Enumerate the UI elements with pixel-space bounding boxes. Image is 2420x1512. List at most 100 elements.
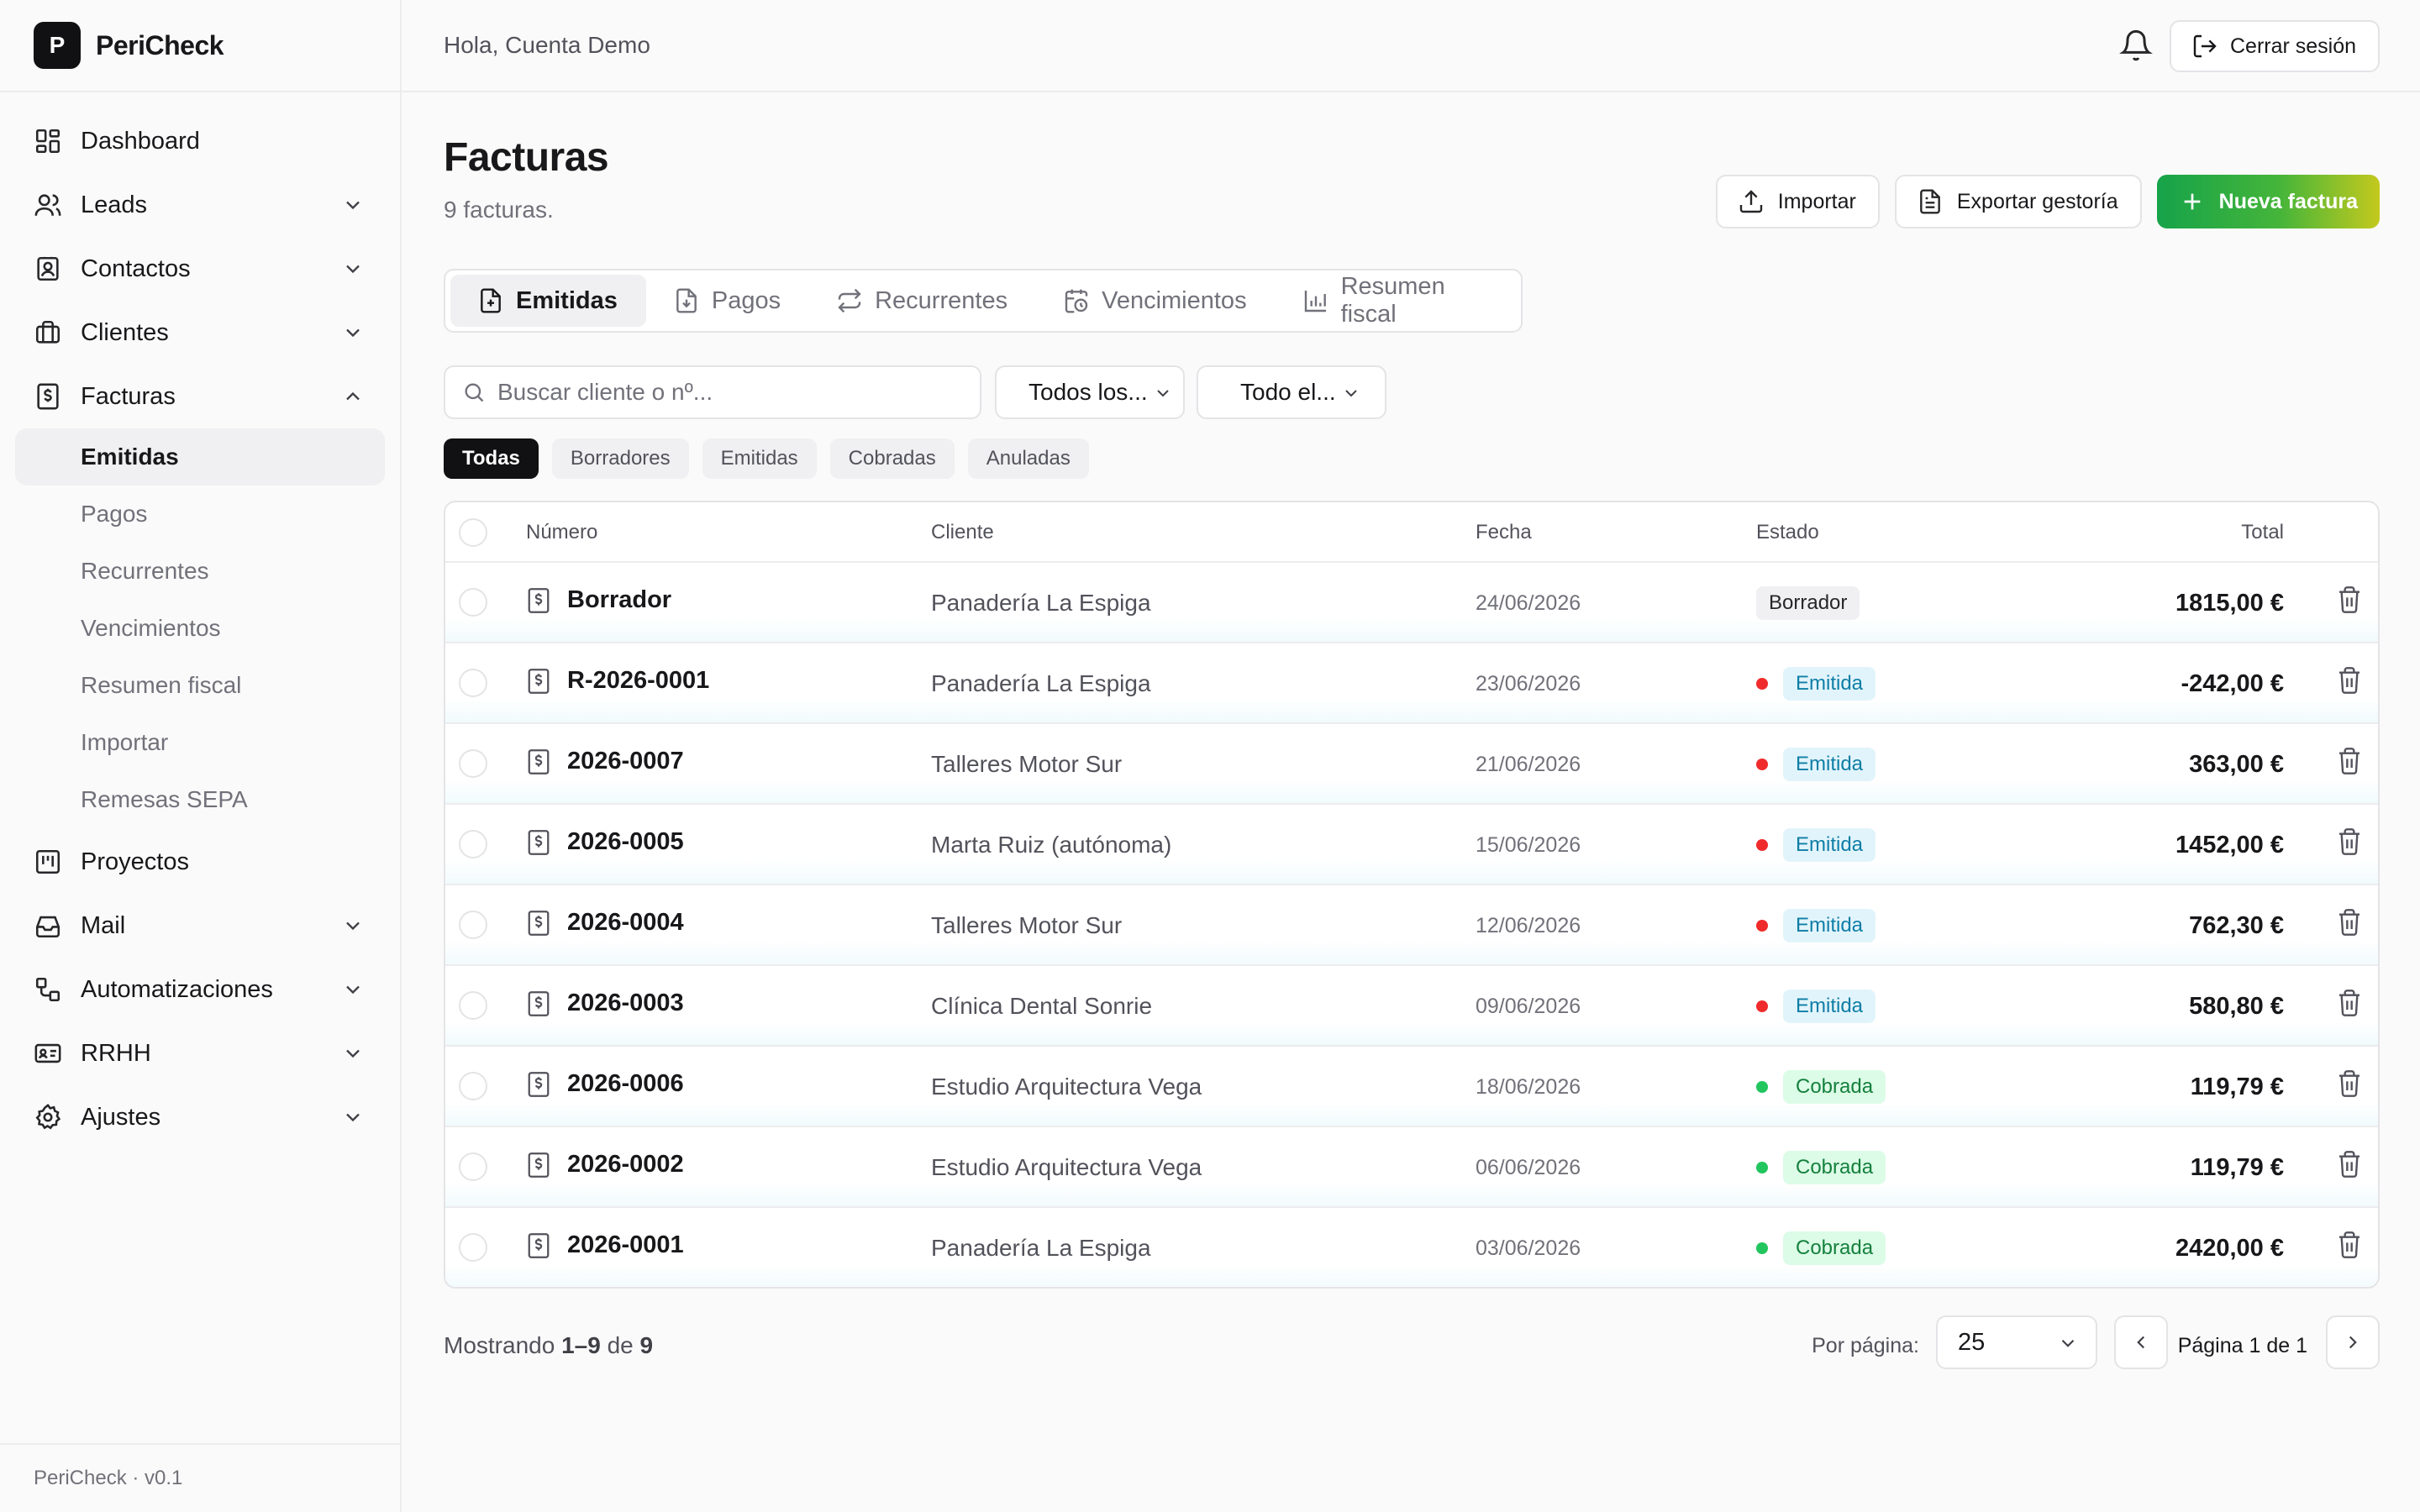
table-row[interactable]: 2026-0003 Clínica Dental Sonrie 09/06/2026… (445, 966, 2378, 1047)
column-header-total[interactable]: Total (2241, 521, 2284, 544)
invoice-number[interactable]: 2026-0001 (567, 1231, 684, 1259)
sidebar-item-dashboard[interactable]: Dashboard (0, 109, 400, 173)
row-checkbox[interactable] (459, 749, 487, 778)
sidebar-item-leads[interactable]: Leads (0, 173, 400, 237)
pill-borradores[interactable]: Borradores (551, 438, 689, 479)
invoice-number[interactable]: 2026-0002 (567, 1151, 684, 1179)
app-version: PeriCheck · v0.1 (0, 1443, 400, 1512)
sidebar-subitem-emitidas[interactable]: Emitidas (15, 428, 385, 486)
table-row[interactable]: 2026-0006 Estudio Arquitectura Vega 18/06/… (445, 1047, 2378, 1127)
invoice-number[interactable]: 2026-0006 (567, 1070, 684, 1098)
sidebar-item-mail[interactable]: Mail (0, 894, 400, 958)
status-dot (1756, 1081, 1768, 1093)
period-filter-select[interactable]: Todo el... (1197, 365, 1386, 419)
status-badge: Borrador (1756, 586, 1860, 620)
pill-anuladas[interactable]: Anuladas (967, 438, 1089, 479)
row-checkbox[interactable] (459, 1072, 487, 1100)
sidebar-item-ajustes[interactable]: Ajustes (0, 1085, 400, 1149)
previous-page-button[interactable] (2114, 1315, 2168, 1369)
tab-resumen-fiscal[interactable]: Resumen fiscal (1276, 273, 1516, 328)
select-all-checkbox[interactable] (459, 518, 487, 547)
table-row[interactable]: Borrador Panadería La Espiga 24/06/2026 Bor… (445, 563, 2378, 643)
invoice-number[interactable]: 2026-0003 (567, 990, 684, 1017)
sidebar-item-label: Automatizaciones (81, 975, 273, 1003)
sidebar-subitem-pagos[interactable]: Pagos (15, 486, 385, 543)
sidebar-subitem-vencimientos[interactable]: Vencimientos (15, 600, 385, 657)
trash-icon[interactable] (2336, 746, 2363, 776)
status-filter-pills: Todas Borradores Emitidas Cobradas Anula… (444, 438, 1089, 479)
table-row[interactable]: R-2026-0001 Panadería La Espiga 23/06/2026… (445, 643, 2378, 724)
bell-icon[interactable] (2119, 29, 2153, 62)
sidebar: P PeriCheck Dashboard Leads Contactos Cl… (0, 0, 402, 1512)
column-header-client[interactable]: Cliente (931, 521, 994, 544)
trash-icon[interactable] (2336, 665, 2363, 696)
trash-icon[interactable] (2336, 1149, 2363, 1179)
sidebar-subitem-resumen-fiscal[interactable]: Resumen fiscal (15, 657, 385, 714)
client-filter-select[interactable]: Todos los... (995, 365, 1185, 419)
table-row[interactable]: 2026-0007 Talleres Motor Sur 21/06/2026 Emi… (445, 724, 2378, 805)
row-checkbox[interactable] (459, 991, 487, 1020)
search-input[interactable] (497, 379, 968, 406)
sidebar-subitem-remesas-sepa[interactable]: Remesas SEPA (15, 771, 385, 828)
tab-pagos[interactable]: Pagos (646, 275, 809, 327)
table-row[interactable]: 2026-0004 Talleres Motor Sur 12/06/2026 Emi… (445, 885, 2378, 966)
per-page-select[interactable]: 25 (1936, 1315, 2097, 1369)
row-checkbox[interactable] (459, 669, 487, 697)
invoice-number[interactable]: 2026-0007 (567, 748, 684, 775)
showing-total: 9 (639, 1332, 654, 1358)
search-box (444, 365, 981, 419)
trash-icon[interactable] (2336, 1230, 2363, 1260)
file-plus-icon (477, 287, 504, 314)
next-page-button[interactable] (2326, 1315, 2380, 1369)
invoices-table: Número Cliente Fecha Estado Total Borrad… (444, 501, 2380, 1289)
table-row[interactable]: 2026-0002 Estudio Arquitectura Vega 06/06/… (445, 1127, 2378, 1208)
invoice-number[interactable]: Borrador (567, 586, 671, 614)
pill-todas[interactable]: Todas (444, 438, 539, 479)
export-gestoria-button[interactable]: Exportar gestoría (1894, 175, 2142, 228)
trash-icon[interactable] (2336, 1068, 2363, 1099)
new-invoice-button[interactable]: Nueva factura (2156, 175, 2380, 228)
invoice-client: Panadería La Espiga (931, 670, 1151, 696)
invoice-number[interactable]: R-2026-0001 (567, 667, 709, 695)
row-checkbox[interactable] (459, 1233, 487, 1262)
invoice-date: 06/06/2026 (1476, 1156, 1581, 1179)
brand[interactable]: P PeriCheck (0, 0, 400, 92)
invoice-number[interactable]: 2026-0005 (567, 828, 684, 856)
invoice-total: 2420,00 € (2175, 1235, 2284, 1262)
column-header-date[interactable]: Fecha (1476, 521, 1532, 544)
column-header-number[interactable]: Número (526, 521, 597, 544)
row-checkbox[interactable] (459, 1152, 487, 1181)
file-text-icon (1917, 188, 1944, 215)
sidebar-item-clientes[interactable]: Clientes (0, 301, 400, 365)
row-checkbox[interactable] (459, 588, 487, 617)
sidebar-item-contactos[interactable]: Contactos (0, 237, 400, 301)
trash-icon[interactable] (2336, 907, 2363, 937)
sidebar-item-proyectos[interactable]: Proyectos (0, 830, 400, 894)
sidebar-item-facturas[interactable]: Facturas (0, 365, 400, 428)
invoice-number[interactable]: 2026-0004 (567, 909, 684, 937)
tab-vencimientos[interactable]: Vencimientos (1036, 275, 1276, 327)
pill-cobradas[interactable]: Cobradas (829, 438, 955, 479)
column-header-status[interactable]: Estado (1756, 521, 1819, 544)
sidebar-subitem-recurrentes[interactable]: Recurrentes (15, 543, 385, 600)
table-row[interactable]: 2026-0001 Panadería La Espiga 03/06/2026 Co… (445, 1208, 2378, 1287)
sidebar-item-automatizaciones[interactable]: Automatizaciones (0, 958, 400, 1021)
trash-icon[interactable] (2336, 827, 2363, 857)
status-dot (1756, 1162, 1768, 1173)
sidebar-item-rrhh[interactable]: RRHH (0, 1021, 400, 1085)
trash-icon[interactable] (2336, 585, 2363, 615)
invoice-doc-icon (526, 748, 551, 776)
import-button[interactable]: Importar (1715, 175, 1880, 228)
workflow-icon (34, 975, 62, 1004)
tab-recurrentes[interactable]: Recurrentes (809, 275, 1036, 327)
table-row[interactable]: 2026-0005 Marta Ruiz (autónoma) 15/06/2026… (445, 805, 2378, 885)
tab-emitidas[interactable]: Emitidas (450, 275, 646, 327)
logout-button[interactable]: Cerrar sesión (2170, 20, 2380, 72)
row-checkbox[interactable] (459, 911, 487, 939)
sidebar-subitem-importar[interactable]: Importar (15, 714, 385, 771)
row-checkbox[interactable] (459, 830, 487, 858)
trash-icon[interactable] (2336, 988, 2363, 1018)
invoice-client: Marta Ruiz (autónoma) (931, 832, 1172, 858)
pill-emitidas[interactable]: Emitidas (702, 438, 817, 479)
chevron-down-icon (341, 257, 365, 281)
